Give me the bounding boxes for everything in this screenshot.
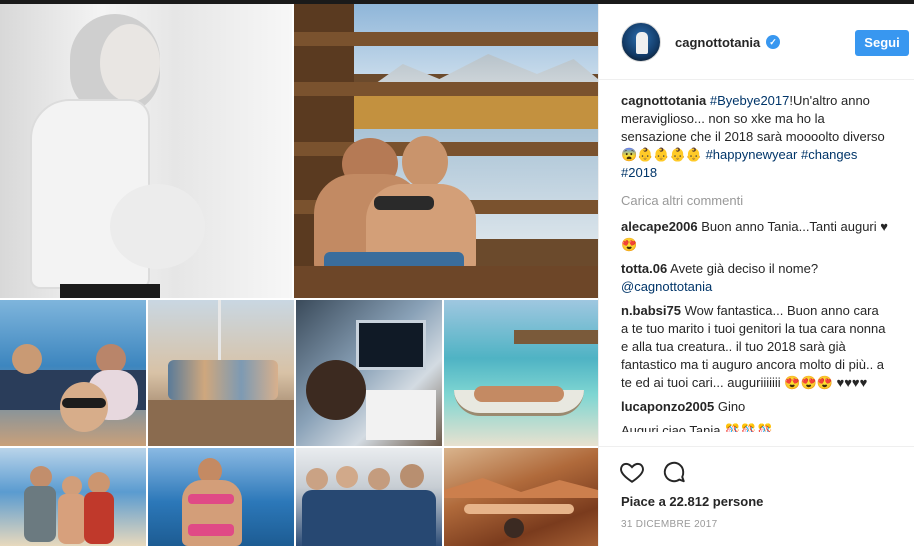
comment-username[interactable]: lucaponzo2005 — [621, 399, 714, 414]
comment-username[interactable]: totta.06 — [621, 261, 667, 276]
caption: cagnottotania #Byebye2017!Un'altro anno … — [621, 92, 889, 182]
comment-text: Gino — [717, 399, 746, 414]
follow-button[interactable]: Segui — [855, 30, 909, 56]
photo-radio-studio — [296, 300, 442, 446]
caption-username[interactable]: cagnottotania — [621, 93, 706, 108]
post-actions: Piace a 22.812 persone 31 DICEMBRE 2017 — [599, 446, 914, 546]
post-header: cagnottotania ✓ Segui — [599, 4, 914, 80]
photo-couple-mountains — [294, 4, 598, 298]
photo-group-sailboat — [148, 300, 294, 446]
post-side-panel: cagnottotania ✓ Segui cagnottotania #Bye… — [598, 4, 914, 546]
load-more-comments-link[interactable]: Carica altri commenti — [621, 192, 889, 210]
likes-count[interactable]: Piace a 22.812 persone — [621, 494, 763, 509]
photo-friends-boat — [0, 300, 146, 446]
header-username[interactable]: cagnottotania — [675, 35, 760, 50]
hashtag-link[interactable]: #Byebye2017 — [710, 93, 790, 108]
avatar[interactable] — [621, 22, 661, 62]
comment-item: totta.06 Avete già deciso il nome? @cagn… — [621, 260, 889, 296]
photo-pregnancy-portrait — [0, 4, 292, 298]
hashtag-link[interactable]: #2018 — [621, 165, 657, 180]
comment-bubble-icon[interactable] — [661, 459, 687, 485]
comment-item: n.babsi75 Wow fantastica... Buon anno ca… — [621, 302, 889, 392]
photo-bikini-sea — [148, 448, 294, 546]
post-date: 31 DICEMBRE 2017 — [621, 519, 718, 530]
mention-link[interactable]: @cagnottotania — [621, 279, 712, 294]
comment-text: Avete già deciso il nome? — [670, 261, 819, 276]
comment-item-partial: Auguri ciao Tania 🎊🎊🎊 — [621, 422, 889, 432]
hashtag-link[interactable]: #happynewyear — [706, 147, 798, 162]
photo-beach-hammock — [444, 300, 598, 446]
comment-username[interactable]: n.babsi75 — [621, 303, 681, 318]
photo-team-group — [296, 448, 442, 546]
check-badge-icon: ✓ — [766, 35, 780, 49]
comment-text: Auguri ciao Tania 🎊🎊🎊 — [621, 423, 773, 432]
comment-item: lucaponzo2005 Gino — [621, 398, 889, 416]
post-image-collage[interactable] — [0, 4, 598, 546]
heart-icon[interactable] — [619, 459, 645, 485]
comments-list: cagnottotania #Byebye2017!Un'altro anno … — [621, 92, 889, 446]
comment-username[interactable]: alecape2006 — [621, 219, 698, 234]
photo-beach-friends — [0, 448, 146, 546]
comment-item: alecape2006 Buon anno Tania...Tanti augu… — [621, 218, 889, 254]
hashtag-link[interactable]: #changes — [801, 147, 857, 162]
photo-grand-canyon — [444, 448, 598, 546]
